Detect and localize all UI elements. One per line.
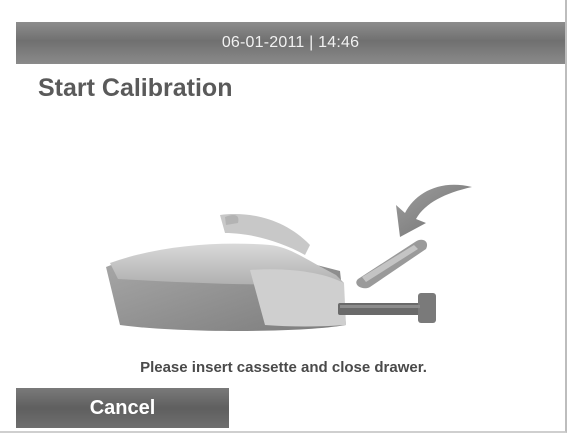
screen: 06-01-2011 | 14:46 Start Calibration Ple… bbox=[0, 0, 567, 433]
insert-arrow-icon bbox=[396, 184, 472, 237]
status-bar: 06-01-2011 | 14:46 bbox=[16, 22, 565, 64]
page-title: Start Calibration bbox=[38, 74, 233, 102]
instruction-text: Please insert cassette and close drawer. bbox=[140, 359, 427, 376]
cassette-insert-illustration bbox=[100, 175, 480, 350]
status-datetime: 06-01-2011 | 14:46 bbox=[221, 34, 360, 51]
cancel-button-label: Cancel bbox=[89, 396, 156, 419]
cancel-button[interactable]: Cancel bbox=[16, 388, 229, 428]
cassette-icon bbox=[356, 239, 428, 289]
